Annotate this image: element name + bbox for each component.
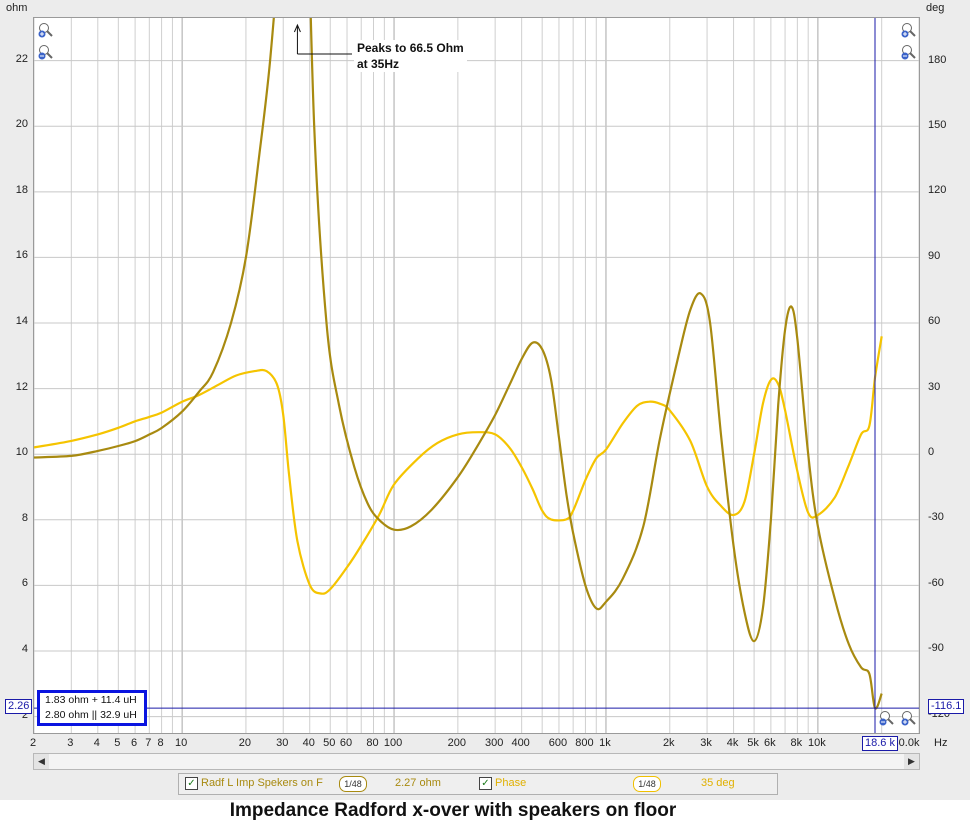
x-tick-label: 80: [366, 737, 379, 749]
annotation-line-1: Peaks to 66.5 Ohm: [357, 41, 464, 55]
grid-lines: [34, 18, 919, 733]
x-tick-label: 1k: [599, 737, 611, 749]
zoom-out-icon[interactable]: [878, 710, 896, 726]
x-tick-label: 4k: [726, 737, 739, 749]
trace2-checkbox[interactable]: ✓: [479, 777, 492, 790]
right-tick-label: 0: [928, 445, 935, 458]
left-tick-label: 6: [21, 577, 28, 590]
x-tick-label: 400: [511, 737, 530, 749]
scroll-left-button[interactable]: ◀: [34, 754, 49, 769]
x-tick-label: 800: [575, 737, 594, 749]
x-tick-label: 6k: [764, 737, 776, 749]
x-tick-label: 300: [484, 737, 504, 749]
x-tick-label: 20: [238, 737, 252, 749]
left-tick-label: 4: [21, 643, 28, 655]
right-tick-label: -30: [928, 511, 944, 524]
left-tick-label: 22: [15, 52, 28, 65]
right-tick-label: -90: [928, 642, 944, 655]
zoom-out-icon[interactable]: [37, 44, 55, 60]
cursor-left-readout: 2.26: [5, 699, 33, 714]
right-tick-label: 120: [928, 184, 947, 197]
left-tick-label: 10: [15, 446, 28, 459]
trace1-value: 2.27 ohm: [395, 777, 441, 789]
info-line-1: 1.83 ohm + 11.4 uH: [45, 694, 137, 706]
left-axis-unit: ohm: [6, 2, 28, 14]
right-tick-label: 150: [928, 118, 947, 131]
trace2-name: Phase: [495, 777, 527, 789]
x-tick-label: 50: [323, 737, 336, 749]
cursor-info-box: 1.83 ohm + 11.4 uH 2.80 ohm || 32.9 uH: [37, 690, 147, 726]
x-axis-unit: Hz: [934, 737, 948, 749]
x-tick-label: 6: [131, 737, 138, 749]
app-window: ohm deg 246810121416182022 -120-90-60-30…: [0, 0, 970, 800]
x-tick-label: 8: [157, 737, 164, 749]
x-tick-label: 3: [67, 737, 74, 749]
x-tick-label: 60: [339, 737, 353, 749]
trace1-checkbox[interactable]: ✓: [185, 777, 198, 790]
left-tick-label: 20: [15, 118, 28, 131]
x-tick-label: 10: [175, 737, 188, 749]
impedance-phase-chart: [34, 18, 919, 733]
x-tick-label: 5: [114, 737, 121, 749]
cursor-lines: [34, 18, 919, 733]
peak-annotation: Peaks to 66.5 Ohm at 35Hz: [354, 40, 467, 72]
x-tick-label: 100: [383, 737, 403, 749]
x-tick-label: 40: [302, 737, 315, 749]
x-tick-label: 200: [447, 737, 467, 749]
right-tick-label: 180: [928, 53, 947, 66]
right-tick-label: -60: [928, 576, 944, 589]
peak-annotation-arrow: [293, 23, 352, 55]
x-tick-label: 2k: [662, 737, 675, 749]
cursor-right-readout: -116.1: [928, 699, 965, 714]
right-axis-unit: deg: [926, 2, 945, 14]
x-tick-label: 8k: [790, 737, 803, 749]
scroll-right-button[interactable]: ▶: [904, 754, 919, 769]
plot-area[interactable]: Peaks to 66.5 Ohm at 35Hz: [33, 17, 920, 734]
left-tick-label: 8: [21, 511, 28, 524]
zoom-out-icon[interactable]: [900, 44, 918, 60]
x-tick-label: 10k: [808, 737, 826, 749]
right-tick-label: 30: [928, 380, 941, 393]
x-tick-label: 2: [29, 737, 37, 749]
left-tick-label: 16: [15, 249, 28, 262]
x-tick-label: 30: [276, 737, 289, 749]
trace1-smoothing-button[interactable]: 1/48: [339, 776, 367, 792]
trace1-name: Radf L Imp Spekers on F: [201, 777, 323, 789]
annotation-line-2: at 35Hz: [357, 57, 400, 71]
trace2-smoothing-button[interactable]: 1/48: [633, 776, 661, 792]
left-tick-label: 14: [15, 315, 28, 328]
zoom-in-icon[interactable]: [37, 22, 55, 38]
left-tick-label: 12: [15, 380, 28, 393]
x-tick-label: 3k: [700, 737, 712, 749]
legend-bar: ✓ Radf L Imp Spekers on F 1/48 2.27 ohm …: [178, 773, 778, 795]
trace2-value: 35 deg: [701, 777, 735, 789]
zoom-in-icon[interactable]: [900, 710, 918, 726]
info-line-2: 2.80 ohm || 32.9 uH: [45, 709, 137, 721]
left-tick-label: 18: [15, 183, 28, 196]
horizontal-scrollbar[interactable]: ◀ ▶: [33, 753, 920, 770]
right-tick-label: 60: [928, 315, 941, 328]
right-tick-label: 90: [928, 249, 941, 262]
chart-caption: Impedance Radford x-over with speakers o…: [229, 800, 677, 821]
x-tick-label: 5k: [747, 737, 759, 749]
x-tick-label: 600: [548, 737, 568, 749]
cursor-x-readout: 18.6 k: [862, 736, 898, 751]
x-tick-label: 7: [145, 737, 152, 749]
x-tick-label: 4: [93, 737, 100, 749]
zoom-in-icon[interactable]: [900, 22, 918, 38]
